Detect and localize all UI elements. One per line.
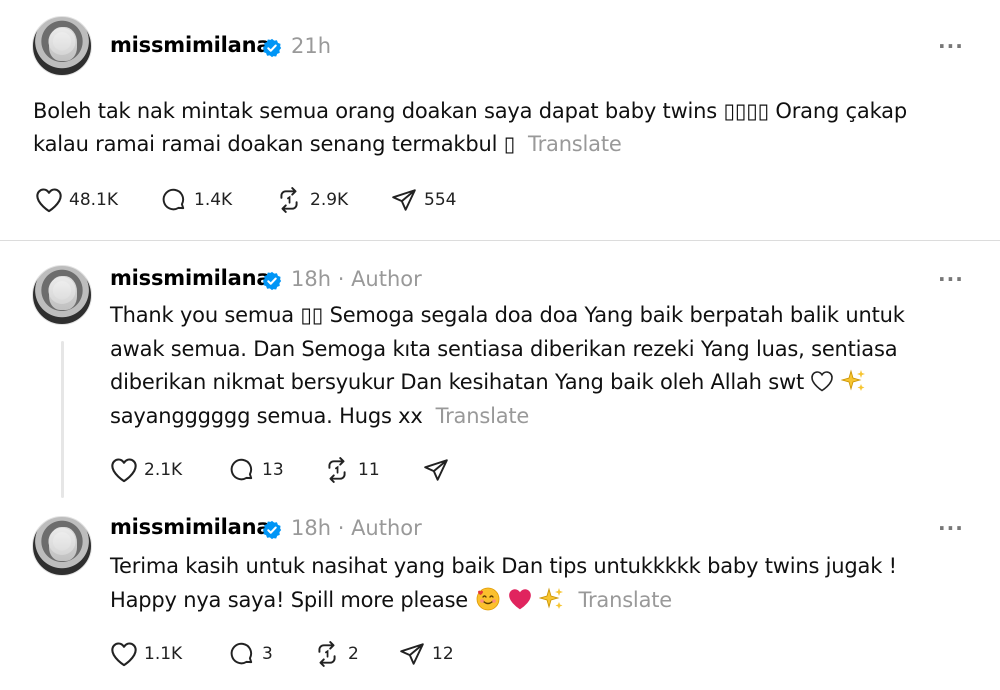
verified-badge-icon <box>262 38 282 58</box>
more-icon[interactable]: ··· <box>938 34 964 58</box>
send-icon <box>392 189 416 211</box>
more-icon[interactable]: ··· <box>938 516 964 540</box>
repost-count: 11 <box>358 460 380 480</box>
time-value: 18h <box>291 516 332 540</box>
post-text-line: kalau ramai ramai doakan senang termakbu… <box>33 132 516 156</box>
share-button[interactable] <box>422 457 456 483</box>
repost-button[interactable]: 11 <box>322 457 380 483</box>
reply-post: missmimilana 18h · Author ··· Thank you … <box>0 241 1000 501</box>
comment-icon <box>162 188 185 211</box>
avatar[interactable] <box>32 516 92 576</box>
white-heart-emoji <box>811 371 834 392</box>
avatar[interactable] <box>32 265 92 325</box>
share-count: 554 <box>424 190 457 210</box>
reply-count: 1.4K <box>194 190 233 210</box>
post-text-line: awak semua. Dan Semoga kıta sentiasa dib… <box>110 336 898 361</box>
heart-icon <box>36 188 62 213</box>
share-button[interactable]: 12 <box>398 641 454 667</box>
more-icon[interactable]: ··· <box>938 267 964 291</box>
like-button[interactable]: 48.1K <box>35 187 118 213</box>
post-text-line-2: kalau ramai ramai doakan senang termakbu… <box>33 128 973 161</box>
comment-icon <box>230 458 253 481</box>
like-button[interactable]: 2.1K <box>110 457 182 483</box>
send-icon <box>424 459 448 481</box>
repost-icon <box>328 457 346 483</box>
post-text: Terima kasih untuk nasihat yang baik Dan… <box>110 549 980 617</box>
repost-button[interactable]: 2 <box>312 641 359 667</box>
reply-button[interactable]: 1.4K <box>160 187 232 213</box>
sparkles-emoji <box>539 587 564 609</box>
verified-badge-icon <box>262 271 282 291</box>
red-heart-emoji <box>509 589 531 610</box>
sparkles-emoji <box>840 369 865 391</box>
post-text-line: Terima kasih untuk nasihat yang baik Dan… <box>110 554 897 578</box>
post-text-line: Happy nya saya! Spill more please <box>110 588 469 612</box>
post-text-line-4: sayangggggg semua. Hugs xx Translate <box>110 400 980 434</box>
post-time: 21h <box>291 34 332 58</box>
reply-button[interactable]: 3 <box>228 641 273 667</box>
post-text-line-2: Happy nya saya! Spill more please Transl… <box>110 583 980 617</box>
heart-icon <box>111 642 137 667</box>
reply-button[interactable]: 13 <box>228 457 284 483</box>
reply-count: 13 <box>262 460 284 480</box>
time-value: 18h <box>291 267 332 291</box>
author-tag: · Author <box>337 267 422 291</box>
avatar[interactable] <box>32 16 92 76</box>
post-text-line: sayangggggg semua. Hugs xx <box>110 403 423 428</box>
post-text: Thank you semua ▯▯ Semoga segala doa doa… <box>110 299 980 433</box>
smiling-hearts-emoji <box>476 587 499 611</box>
post-text-line: diberikan nikmat bersyukur Dan kesihatan… <box>110 370 804 394</box>
comment-icon <box>230 642 253 665</box>
repost-button[interactable]: 2.9K <box>274 187 348 213</box>
post-text-line: Thank you semua ▯▯ Semoga segala doa doa… <box>110 303 905 327</box>
like-count: 48.1K <box>69 190 118 210</box>
post-main: missmimilana 21h ··· Boleh tak nak minta… <box>0 0 1000 240</box>
thread-line <box>61 341 64 498</box>
username[interactable]: missmimilana <box>110 266 271 290</box>
username[interactable]: missmimilana <box>110 515 271 539</box>
post-time: 18h · Author <box>291 516 422 540</box>
repost-icon <box>280 187 298 213</box>
heart-icon <box>111 458 137 483</box>
translate-link[interactable]: Translate <box>578 588 672 612</box>
post-text-line-3: diberikan nikmat bersyukur Dan kesihatan… <box>110 366 980 400</box>
repost-count: 2.9K <box>310 190 349 210</box>
share-count: 12 <box>432 644 454 664</box>
share-button[interactable]: 554 <box>390 187 456 213</box>
repost-count: 2 <box>348 644 359 664</box>
author-tag: · Author <box>337 516 422 540</box>
translate-link[interactable]: Translate <box>528 132 622 156</box>
send-icon <box>400 643 424 665</box>
like-button[interactable]: 1.1K <box>110 641 182 667</box>
translate-link[interactable]: Translate <box>436 404 530 428</box>
like-count: 2.1K <box>144 460 183 480</box>
post-time: 18h · Author <box>291 267 422 291</box>
like-count: 1.1K <box>144 644 183 664</box>
post-text-line: Boleh tak nak mintak semua orang doakan … <box>33 99 907 123</box>
username[interactable]: missmimilana <box>110 33 271 57</box>
repost-icon <box>318 641 336 667</box>
reply-post: missmimilana 18h · Author ··· Terima kas… <box>0 501 1000 690</box>
post-text: Boleh tak nak mintak semua orang doakan … <box>33 95 973 161</box>
reply-count: 3 <box>262 644 273 664</box>
verified-badge-icon <box>262 520 282 540</box>
